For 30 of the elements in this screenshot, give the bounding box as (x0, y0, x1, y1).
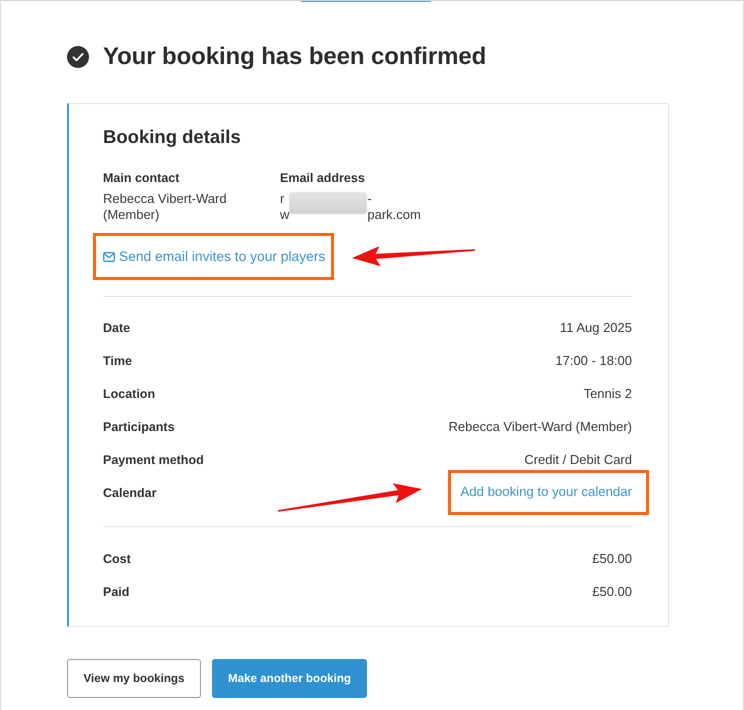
detail-label: Location (103, 386, 156, 402)
detail-label: Calendar (103, 484, 156, 500)
card-title: Booking details (103, 125, 242, 149)
check-circle-icon (67, 46, 89, 68)
detail-label: Time (103, 352, 132, 368)
contact-name: Rebecca Vibert-Ward (Member) (103, 191, 228, 223)
email-label: Email address (280, 170, 366, 186)
calendar-link[interactable]: Add booking to your calendar (460, 483, 632, 500)
make-booking-button[interactable]: Make another booking (212, 659, 367, 698)
detail-value: 17:00 - 18:00 (555, 352, 632, 368)
payment-label: Paid (103, 584, 130, 600)
detail-value: Credit / Debit Card (524, 452, 632, 468)
page-title: Your booking has been confirmed (103, 42, 486, 72)
mail-icon (103, 252, 115, 262)
email-text: w (280, 207, 290, 223)
detail-label: Participants (103, 418, 175, 434)
detail-label: Payment method (103, 452, 204, 468)
detail-label: Date (103, 320, 130, 336)
detail-value: Tennis 2 (584, 386, 632, 402)
email-text: park.com (367, 207, 421, 223)
contact-label: Main contact (103, 170, 180, 186)
detail-value: Rebecca Vibert-Ward (Member) (448, 418, 632, 434)
payment-value: £50.00 (592, 584, 632, 600)
invite-link[interactable]: Send email invites to your players (103, 248, 326, 265)
email-text: - (367, 191, 373, 207)
payment-value: £50.00 (592, 550, 632, 566)
email-text: r (280, 191, 286, 207)
detail-value: 11 Aug 2025 (560, 320, 632, 336)
view-bookings-button[interactable]: View my bookings (67, 659, 201, 698)
payment-label: Cost (103, 550, 131, 566)
